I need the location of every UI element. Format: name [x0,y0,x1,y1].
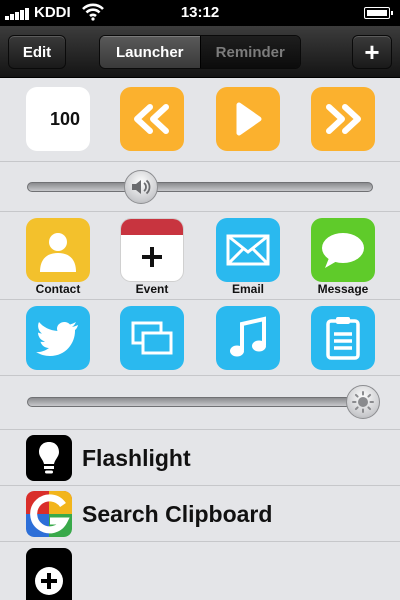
edit-button[interactable]: Edit [8,35,66,69]
communication-row: Contact Event Email Message [0,212,400,300]
message-caption: Message [317,282,369,296]
contact-icon [40,233,76,272]
sun-icon [351,391,374,413]
contact-caption: Contact [35,282,81,296]
status-bar: KDDI 13:12 [0,0,400,26]
list-item-search-clipboard[interactable]: Search Clipboard [0,486,400,542]
event-caption: Event [135,282,169,296]
add-event-icon [142,247,162,267]
tab-launcher[interactable]: Launcher [100,36,200,68]
speaker-icon [132,179,151,195]
screens-app-icon[interactable] [120,306,184,370]
add-button[interactable]: + [352,35,392,69]
brightness-row [0,376,400,430]
lightbulb-icon [26,435,72,481]
volume-slider-knob[interactable] [124,170,159,204]
volume-row [0,162,400,212]
flashlight-label: Flashlight [82,445,191,471]
email-caption: Email [231,282,264,296]
play-button[interactable] [216,87,280,151]
envelope-icon [226,234,270,266]
event-app-icon[interactable] [120,218,184,282]
tab-reminder[interactable]: Reminder [199,36,300,68]
google-icon [26,491,72,537]
media-app-icon[interactable]: 100 [26,87,90,151]
search-clipboard-label: Search Clipboard [82,501,273,527]
media-logo-text: 100 [49,108,81,129]
contact-app-icon[interactable] [26,218,90,282]
windows-icon [131,321,173,355]
clipboard-icon [326,317,360,360]
volume-slider[interactable] [27,182,373,192]
utilities-row [0,300,400,376]
list-item-add[interactable] [0,542,400,600]
rewind-button[interactable] [120,87,184,151]
calendar-header [121,219,183,235]
music-note-icon [230,316,266,357]
status-time: 13:12 [180,4,220,21]
add-icon [35,567,63,595]
brightness-slider-knob[interactable] [345,385,380,419]
twitter-app-icon[interactable] [26,306,90,370]
rewind-icon [134,104,169,134]
email-app-icon[interactable] [216,218,280,282]
media-row: 100 [0,78,400,162]
launcher-panel: 100 Contact Event Email Message Flashlig… [0,78,400,600]
clipboard-app-icon[interactable] [311,306,375,370]
fast-forward-icon [326,104,361,134]
mode-segmented-control: Launcher Reminder [99,35,301,69]
nav-bar: Edit Launcher Reminder + [0,26,400,78]
play-icon [236,102,262,136]
add-item-icon [26,548,72,600]
list-item-flashlight[interactable]: Flashlight [0,430,400,486]
battery-icon [364,7,393,19]
chat-bubble-icon [322,233,364,268]
brightness-slider[interactable] [27,397,373,407]
message-app-icon[interactable] [311,218,375,282]
fast-forward-button[interactable] [311,87,375,151]
twitter-bird-icon [36,322,78,356]
music-app-icon[interactable] [216,306,280,370]
